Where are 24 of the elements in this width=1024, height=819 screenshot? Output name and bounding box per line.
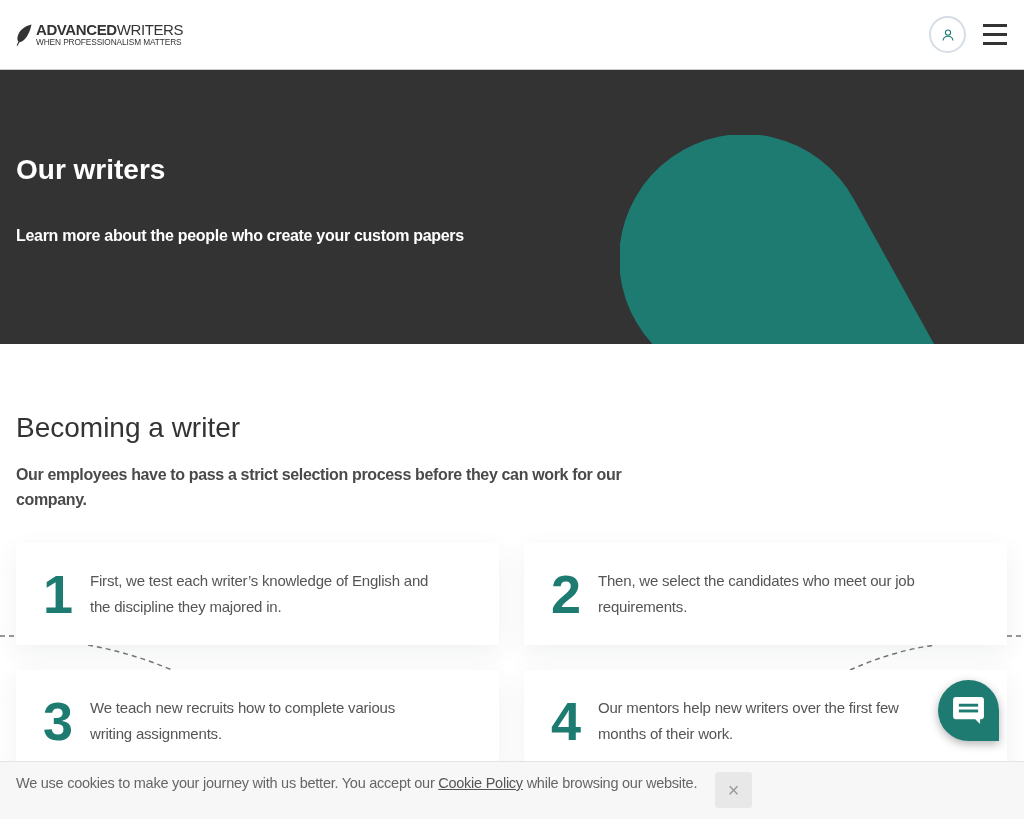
step-number: 4 bbox=[550, 694, 582, 748]
logo-tagline: WHEN PROFESSIONALISM MATTERS bbox=[36, 37, 183, 48]
logo-link[interactable]: ADVANCEDWRITERS WHEN PROFESSIONALISM MATTERS bbox=[16, 22, 184, 48]
feather-icon bbox=[16, 24, 32, 46]
step-number: 3 bbox=[42, 694, 74, 748]
user-icon bbox=[941, 28, 954, 41]
step-text: First, we test each writer’s knowledge of English and the discipline they majored in. bbox=[90, 571, 430, 617]
cookie-policy-link[interactable]: Cookie Policy bbox=[438, 775, 523, 791]
dashed-connector bbox=[0, 635, 17, 637]
section-intro: Our employees have to pass a strict selection process before they can work for our company. bbox=[16, 465, 623, 510]
step-text: Our mentors help new writers over the first few months of their work. bbox=[598, 698, 900, 744]
section-title: Becoming a writer bbox=[16, 411, 241, 445]
logo-wordmark: ADVANCEDWRITERS bbox=[36, 22, 184, 37]
step-text: We teach new recruits how to complete various writing assignments. bbox=[90, 698, 397, 744]
hero-title: Our writers bbox=[16, 153, 166, 187]
cookie-notice: We use cookies to make your journey with us better. You accept our Cookie Policy while browsing our website. bbox=[16, 774, 698, 793]
dashed-connector bbox=[1006, 635, 1024, 637]
menu-icon bbox=[983, 24, 1007, 45]
step-number: 2 bbox=[550, 567, 582, 621]
menu-button[interactable] bbox=[983, 24, 1007, 45]
step-text: Then, we select the candidates who meet our job requirements. bbox=[598, 571, 916, 617]
step-number: 1 bbox=[42, 567, 74, 621]
chat-icon bbox=[953, 697, 984, 724]
hero-subtitle: Learn more about the people who create your custom papers bbox=[16, 226, 464, 246]
